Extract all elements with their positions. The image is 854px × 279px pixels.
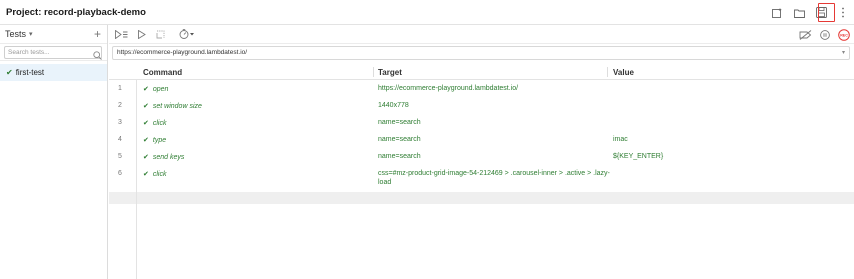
command-text: type — [152, 137, 167, 144]
command-cell: ✔ set window size — [143, 102, 202, 110]
row-index: 1 — [118, 85, 122, 92]
check-icon: ✔ — [143, 137, 149, 144]
column-header-value: Value — [613, 68, 634, 77]
row-index: 2 — [118, 102, 122, 109]
record-icon[interactable]: REC — [838, 25, 850, 44]
base-url-value: https://ecommerce-playground.lambdatest.… — [117, 49, 248, 56]
row-index: 6 — [118, 170, 122, 177]
command-table: Command Target Value 1 ✔ open https://eco… — [109, 64, 854, 279]
playback-controls: REC — [791, 25, 850, 44]
title-actions — [764, 0, 854, 25]
tests-label: Tests — [5, 29, 27, 39]
row-index: 3 — [118, 119, 122, 126]
row-index: 5 — [118, 153, 122, 160]
check-icon: ✔ — [143, 120, 149, 127]
index-column-divider — [136, 80, 137, 279]
check-icon: ✔ — [143, 171, 149, 178]
column-header-target: Target — [378, 68, 402, 77]
table-row[interactable]: 5 ✔ send keys name=search ${KEY_ENTER} — [109, 148, 854, 165]
command-text: set window size — [152, 103, 202, 110]
run-all-icon[interactable] — [115, 25, 128, 44]
column-header-command: Command — [143, 68, 183, 77]
check-icon: ✔ — [143, 86, 149, 93]
command-cell: ✔ click — [143, 119, 167, 127]
target-cell: name=search — [378, 119, 421, 126]
target-cell: css=#mz-product-grid-image-54-212469 > .… — [378, 170, 610, 186]
target-cell: name=search — [378, 153, 421, 160]
open-folder-icon[interactable] — [790, 4, 808, 22]
table-row[interactable]: 2 ✔ set window size 1440x778 — [109, 97, 854, 114]
base-url-input[interactable]: https://ecommerce-playground.lambdatest.… — [112, 46, 850, 60]
table-header: Command Target Value — [109, 64, 854, 80]
title-bar: Project: record-playback-demo — [0, 0, 854, 25]
save-highlight-box — [818, 3, 835, 22]
table-row[interactable]: 1 ✔ open https://ecommerce-playground.lam… — [109, 80, 854, 97]
new-window-icon[interactable] — [768, 4, 786, 22]
command-text: click — [152, 120, 167, 127]
search-input[interactable]: Search tests... — [4, 46, 102, 59]
target-cell: https://ecommerce-playground.lambdatest.… — [378, 85, 519, 92]
search-area: Search tests... — [0, 44, 107, 61]
pause-icon[interactable] — [820, 25, 830, 44]
command-cell: ✔ click — [143, 170, 167, 178]
command-text: send keys — [152, 154, 185, 161]
command-cell: ✔ open — [143, 85, 168, 93]
speed-icon[interactable] — [179, 25, 195, 44]
value-cell: ${KEY_ENTER} — [613, 153, 664, 160]
command-text: open — [152, 86, 169, 93]
svg-text:REC: REC — [840, 33, 848, 37]
check-icon: ✔ — [143, 103, 149, 110]
chevron-down-icon: ▾ — [29, 31, 33, 38]
command-cell: ✔ type — [143, 136, 166, 144]
column-divider — [373, 67, 374, 77]
run-icon[interactable] — [138, 25, 146, 44]
row-index: 4 — [118, 136, 122, 143]
check-icon: ✔ — [143, 154, 149, 161]
project-title: Project: record-playback-demo — [6, 7, 146, 18]
value-cell: imac — [613, 136, 628, 143]
column-divider — [607, 67, 608, 77]
disable-breakpoints-icon[interactable] — [799, 25, 812, 44]
command-text: click — [152, 171, 167, 178]
table-row[interactable]: 3 ✔ click name=search — [109, 114, 854, 131]
search-icon — [93, 47, 102, 65]
empty-new-row[interactable] — [109, 192, 854, 204]
target-cell: name=search — [378, 136, 421, 143]
plus-icon[interactable]: + — [94, 27, 101, 41]
chevron-down-icon[interactable]: ▾ — [842, 47, 845, 59]
target-cell: 1440x778 — [378, 102, 409, 109]
tests-dropdown[interactable]: Tests ▾ + — [0, 25, 107, 44]
table-row[interactable]: 6 ✔ click css=#mz-product-grid-image-54-2… — [109, 165, 854, 192]
more-vertical-icon[interactable] — [834, 4, 852, 22]
test-sidebar: Tests ▾ + Search tests... ✔ first-test — [0, 25, 108, 279]
check-icon: ✔ — [6, 68, 13, 77]
toolbar: REC — [109, 25, 854, 44]
step-icon[interactable] — [156, 25, 165, 44]
command-cell: ✔ send keys — [143, 153, 184, 161]
table-row[interactable]: 4 ✔ type name=search imac — [109, 131, 854, 148]
test-name: first-test — [15, 68, 45, 77]
sidebar-item-first-test[interactable]: ✔ first-test — [0, 64, 107, 81]
